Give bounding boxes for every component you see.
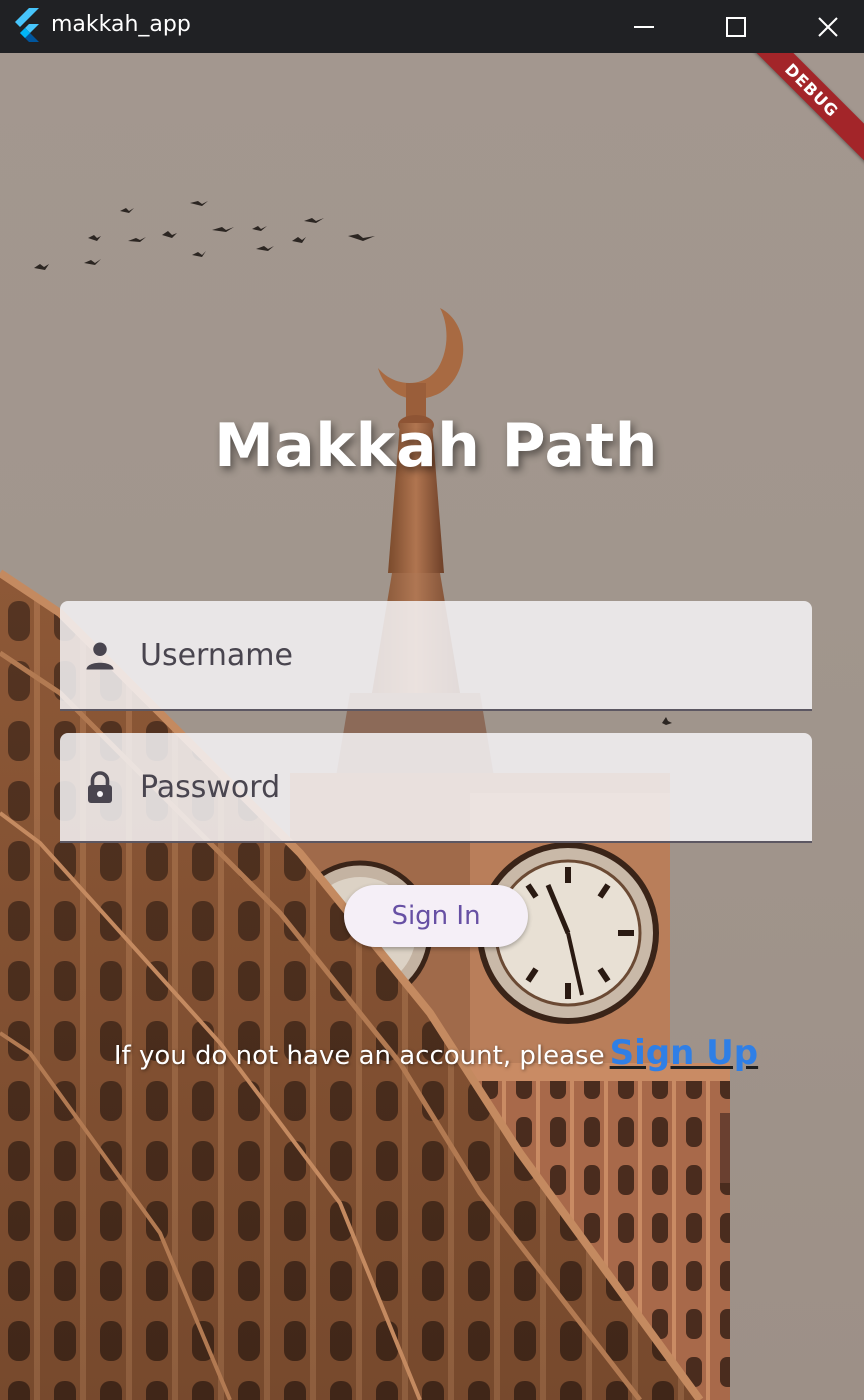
password-field[interactable] — [60, 733, 812, 843]
login-screen: DEBUG Makkah Path Sign In If you do not … — [0, 53, 864, 1400]
username-field[interactable] — [60, 601, 812, 711]
background-photo — [0, 201, 730, 1400]
person-icon — [86, 642, 114, 670]
flutter-logo-icon — [15, 8, 39, 42]
minimize-button[interactable] — [598, 0, 690, 53]
page-title: Makkah Path — [214, 411, 658, 481]
password-input[interactable] — [140, 733, 790, 841]
sign-in-button[interactable]: Sign In — [344, 885, 528, 947]
maximize-button[interactable] — [690, 0, 782, 53]
app-window: makkah_app DEBUG Makkah Path Username Si… — [0, 0, 864, 1400]
title-bar: makkah_app — [0, 0, 864, 53]
close-button[interactable] — [782, 0, 864, 53]
sign-up-link[interactable]: Sign Up — [610, 1033, 758, 1073]
maximize-icon — [726, 16, 746, 37]
window-title: makkah_app — [51, 12, 191, 37]
username-input[interactable] — [140, 601, 790, 709]
close-icon — [818, 16, 838, 37]
lock-icon — [88, 771, 112, 803]
signup-prompt-row: If you do not have an account, please Si… — [0, 1033, 864, 1073]
minimize-icon — [634, 25, 654, 28]
signup-prompt-text: If you do not have an account, please — [113, 1041, 605, 1071]
